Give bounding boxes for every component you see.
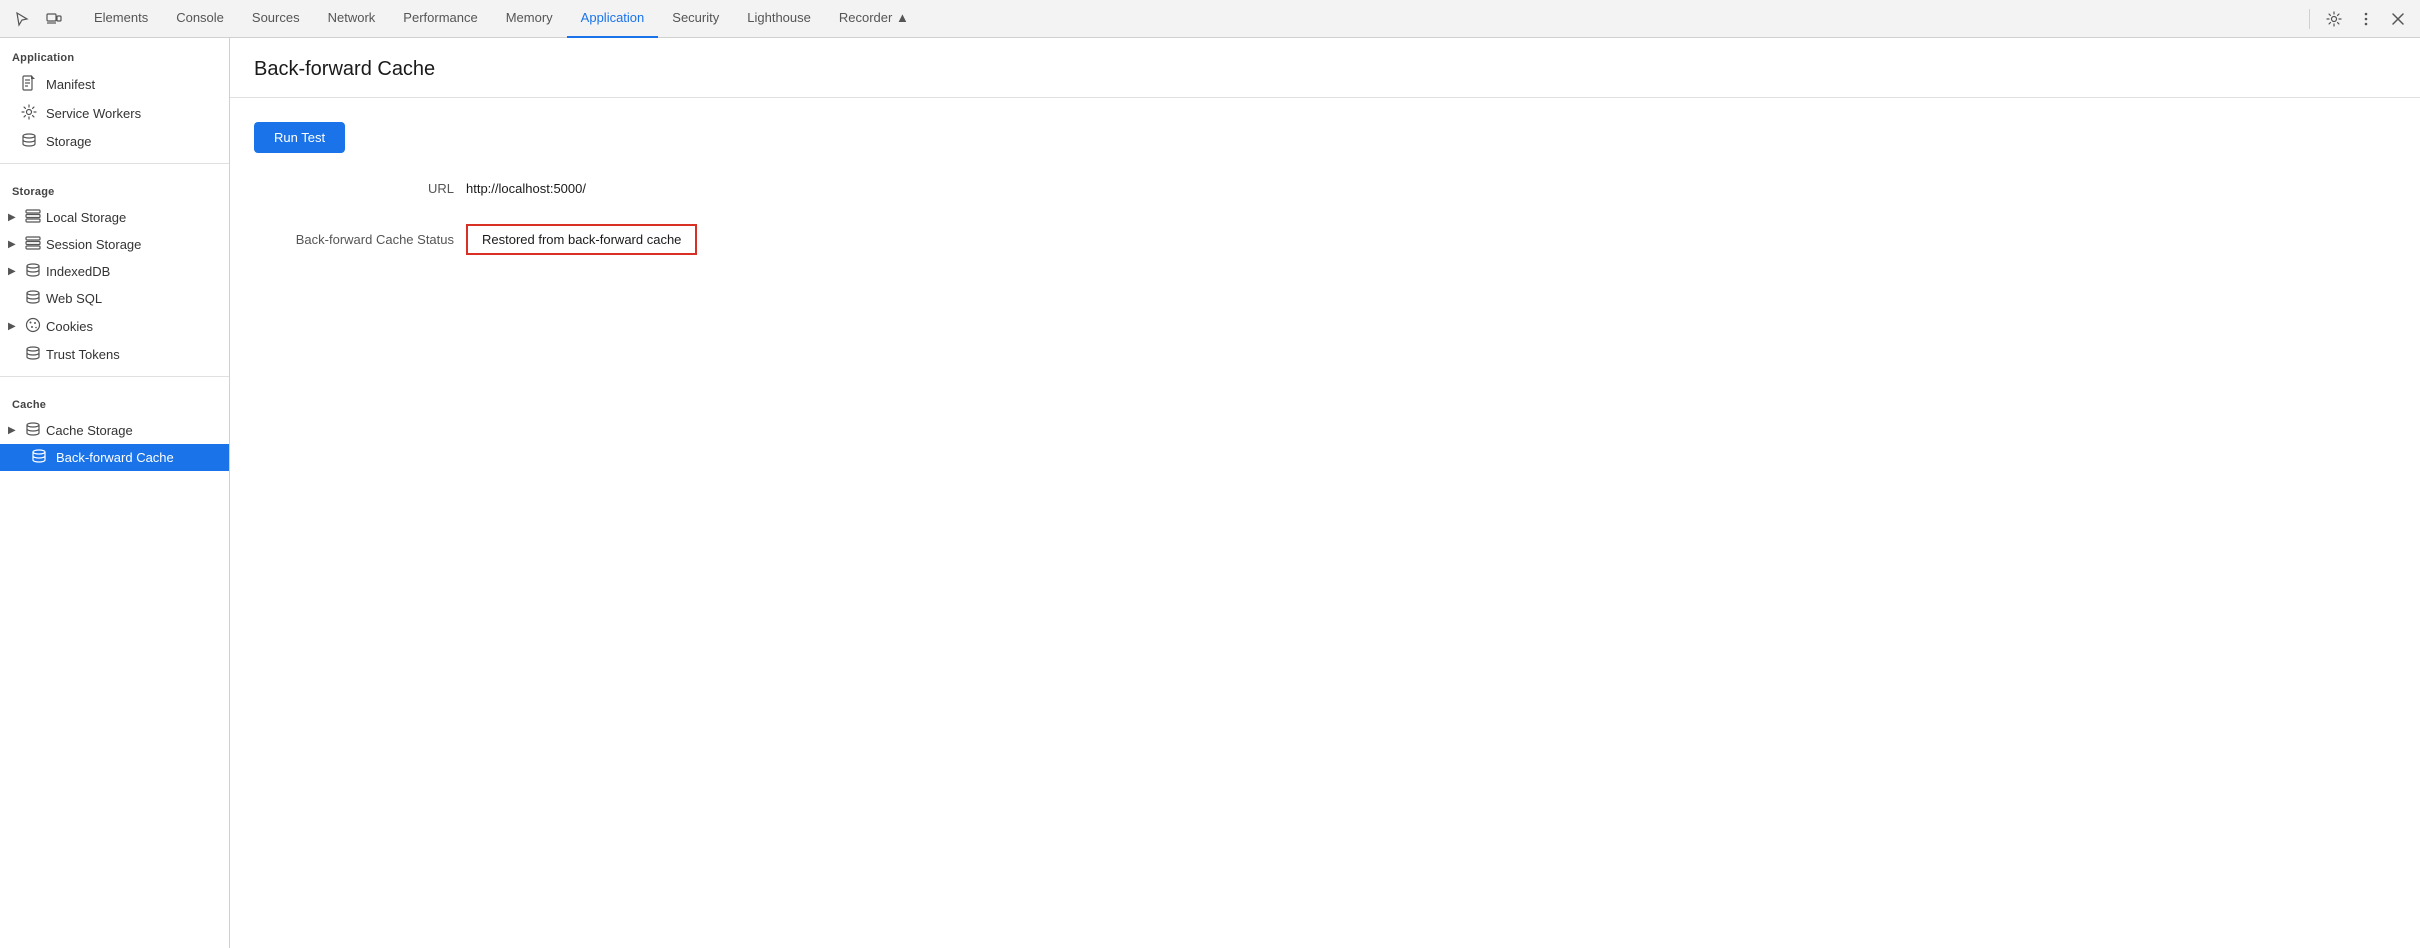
manifest-label: Manifest: [46, 77, 95, 92]
tab-application[interactable]: Application: [567, 0, 659, 38]
url-value: http://localhost:5000/: [466, 181, 586, 196]
page-title: Back-forward Cache: [254, 58, 2396, 81]
cookies-label: Cookies: [46, 319, 93, 334]
service-workers-icon: [20, 104, 38, 123]
arrow-cookies: ▶: [8, 321, 20, 332]
sidebar-item-back-forward-cache[interactable]: Back-forward Cache: [0, 444, 229, 471]
cache-status-value: Restored from back-forward cache: [466, 224, 697, 255]
content-body: Run Test URL http://localhost:5000/ Back…: [230, 98, 2420, 279]
sidebar-item-cache-storage[interactable]: ▶ Cache Storage: [0, 417, 229, 444]
sidebar-item-session-storage[interactable]: ▶ Session Storage: [0, 231, 229, 258]
sidebar-item-indexeddb[interactable]: ▶ IndexedDB: [0, 258, 229, 285]
more-icon[interactable]: [2352, 5, 2380, 33]
tab-network[interactable]: Network: [314, 0, 390, 38]
websql-label: Web SQL: [46, 291, 102, 306]
tab-sources[interactable]: Sources: [238, 0, 314, 38]
tab-security[interactable]: Security: [658, 0, 733, 38]
sidebar-item-storage[interactable]: Storage: [0, 128, 229, 155]
divider-1: [0, 163, 229, 164]
storage-section-header: Storage: [0, 172, 229, 204]
tab-console[interactable]: Console: [162, 0, 238, 38]
service-workers-label: Service Workers: [46, 106, 141, 121]
sidebar: Application Manifest Service W: [0, 38, 230, 948]
local-storage-label: Local Storage: [46, 210, 126, 225]
run-test-button[interactable]: Run Test: [254, 122, 345, 153]
storage-icon: [20, 133, 38, 150]
arrow-cache-storage: ▶: [8, 425, 20, 436]
cache-section-header: Cache: [0, 385, 229, 417]
sidebar-item-cookies[interactable]: ▶ Cookies: [0, 312, 229, 341]
arrow-local-storage: ▶: [8, 212, 20, 223]
content-header: Back-forward Cache: [230, 38, 2420, 98]
cookies-icon: [24, 317, 42, 336]
back-forward-cache-label: Back-forward Cache: [56, 450, 174, 465]
session-storage-icon: [24, 236, 42, 253]
divider: [2309, 9, 2310, 29]
cache-status-row: Back-forward Cache Status Restored from …: [254, 224, 2396, 255]
main-layout: Application Manifest Service W: [0, 38, 2420, 948]
cache-storage-icon: [24, 422, 42, 439]
url-row: URL http://localhost:5000/: [254, 181, 2396, 196]
settings-icon[interactable]: [2320, 5, 2348, 33]
toolbar-icons: [8, 5, 68, 33]
sidebar-item-local-storage[interactable]: ▶ Local Storage: [0, 204, 229, 231]
manifest-icon: [20, 75, 38, 94]
tab-elements[interactable]: Elements: [80, 0, 162, 38]
sidebar-item-websql[interactable]: ▶ Web SQL: [0, 285, 229, 312]
session-storage-label: Session Storage: [46, 237, 141, 252]
tab-lighthouse[interactable]: Lighthouse: [733, 0, 825, 38]
trust-tokens-label: Trust Tokens: [46, 347, 120, 362]
url-label: URL: [254, 181, 454, 196]
device-icon[interactable]: [40, 5, 68, 33]
application-section-header: Application: [0, 38, 229, 70]
local-storage-icon: [24, 209, 42, 226]
sidebar-item-manifest[interactable]: Manifest: [0, 70, 229, 99]
sidebar-item-trust-tokens[interactable]: ▶ Trust Tokens: [0, 341, 229, 368]
close-icon[interactable]: [2384, 5, 2412, 33]
divider-2: [0, 376, 229, 377]
indexeddb-label: IndexedDB: [46, 264, 110, 279]
toolbar-right: [2303, 5, 2412, 33]
storage-label: Storage: [46, 134, 92, 149]
sidebar-item-service-workers[interactable]: Service Workers: [0, 99, 229, 128]
cursor-icon[interactable]: [8, 5, 36, 33]
tab-bar: Elements Console Sources Network Perform…: [0, 0, 2420, 38]
indexeddb-icon: [24, 263, 42, 280]
tab-recorder[interactable]: Recorder ▲: [825, 0, 923, 38]
tab-memory[interactable]: Memory: [492, 0, 567, 38]
cache-storage-label: Cache Storage: [46, 423, 133, 438]
back-forward-cache-icon: [30, 449, 48, 466]
content-area: Back-forward Cache Run Test URL http://l…: [230, 38, 2420, 948]
trust-tokens-icon: [24, 346, 42, 363]
cache-status-label: Back-forward Cache Status: [254, 232, 454, 247]
arrow-indexeddb: ▶: [8, 266, 20, 277]
arrow-session-storage: ▶: [8, 239, 20, 250]
tab-performance[interactable]: Performance: [389, 0, 491, 38]
websql-icon: [24, 290, 42, 307]
